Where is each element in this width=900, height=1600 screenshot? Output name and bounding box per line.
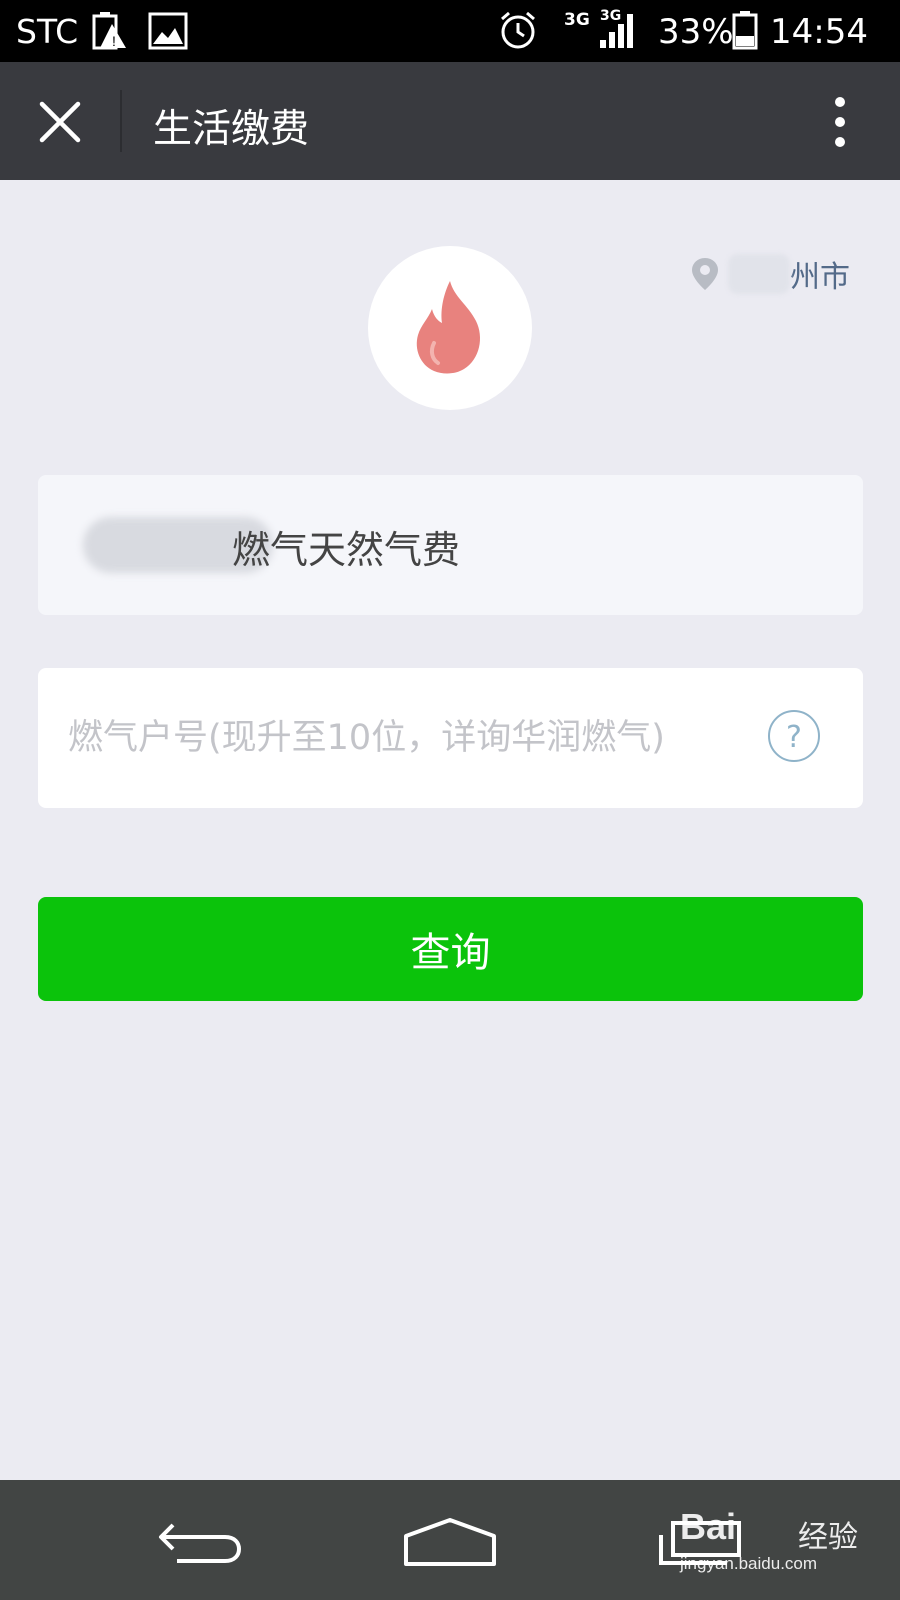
city-name: 州市 [790,260,850,295]
battery-percent: 33% [658,12,734,52]
close-button[interactable] [30,92,90,152]
home-button[interactable] [390,1502,510,1582]
network-type-label: 3G [564,10,590,30]
location-pin-icon [692,258,718,290]
image-icon [148,12,188,50]
service-icon-circle [368,246,532,410]
signal-icon [600,14,633,48]
more-options-button[interactable] [820,92,860,152]
query-button[interactable]: 查询 [38,897,863,1001]
svg-text:!: ! [112,33,116,49]
battery-alert-icon: ! [92,12,126,50]
redacted-city [728,254,790,294]
baidu-watermark: Bai 经验 jingyan.baidu.com [680,1500,880,1580]
back-button[interactable] [140,1502,260,1582]
watermark-url: jingyan.baidu.com [680,1554,818,1573]
provider-label: 燃气天然气费 [232,528,461,572]
question-icon: ? [768,710,820,762]
title-bar: 生活缴费 [0,62,900,180]
help-button[interactable]: ? [766,708,822,764]
page-title: 生活缴费 [153,107,310,152]
watermark-logo: Bai [680,1506,737,1547]
help-glyph: ? [786,720,802,755]
more-vertical-icon [835,97,845,147]
title-divider [120,90,122,152]
home-icon [404,1518,496,1566]
location-selector[interactable]: 州市 [690,252,850,296]
alarm-icon [501,11,535,49]
status-bar: STC ! 3G 3G 33% 14:54 [0,0,900,62]
carrier-name: STC [16,12,79,51]
back-icon [159,1523,242,1563]
close-icon [39,101,81,143]
battery-icon [732,11,758,50]
provider-selector[interactable]: 燃气天然气费 [38,475,863,615]
account-field-row: ? [38,668,863,808]
flame-icon [416,281,480,374]
clock: 14:54 [770,12,868,52]
account-number-input[interactable] [68,708,758,768]
watermark-brand: 经验 [798,1520,858,1555]
